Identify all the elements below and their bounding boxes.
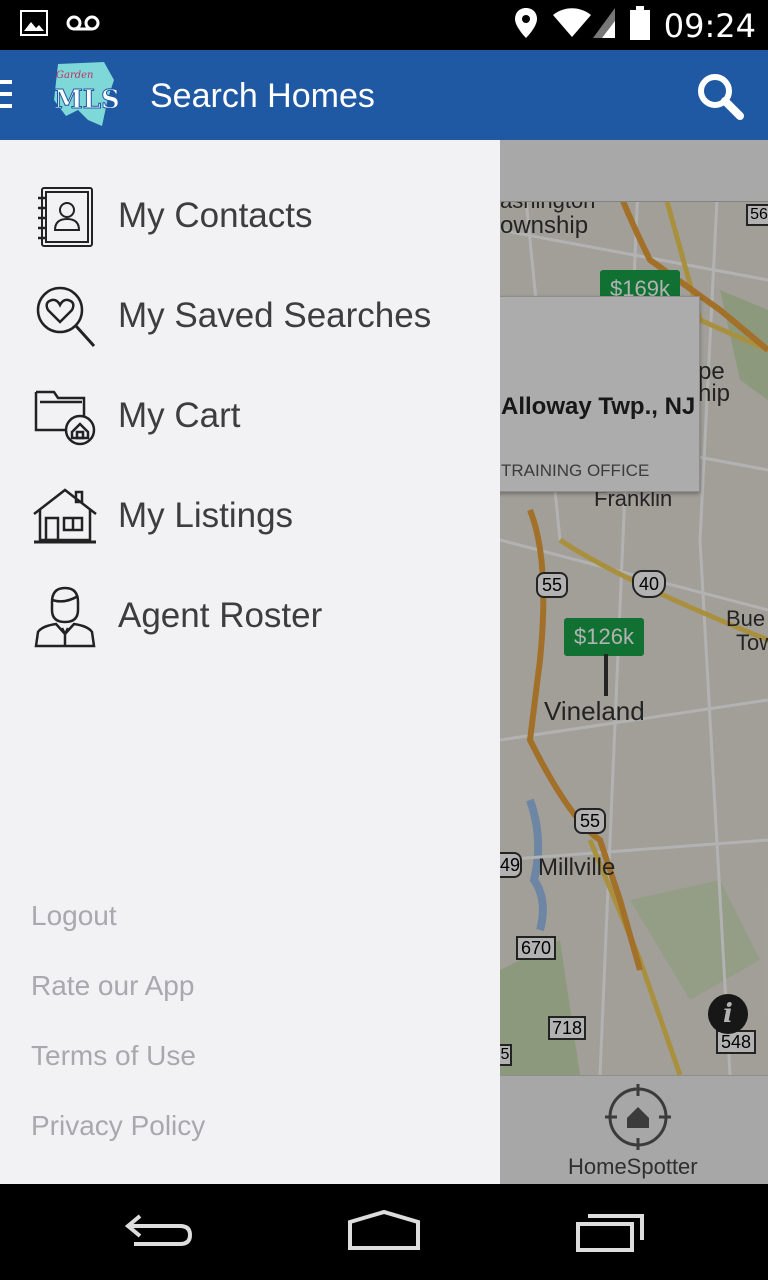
- recents-button[interactable]: [572, 1206, 652, 1256]
- system-nav-bar: [0, 1184, 768, 1280]
- voicemail-icon: [66, 14, 100, 37]
- terms-of-use-link[interactable]: Terms of Use: [31, 1040, 196, 1072]
- back-icon: [124, 1214, 193, 1246]
- page-title: Search Homes: [150, 77, 375, 115]
- home-button[interactable]: [344, 1206, 424, 1256]
- status-bar: 09:24: [0, 0, 768, 50]
- agent-person-icon: [32, 584, 98, 650]
- home-icon: [348, 1209, 420, 1250]
- app-bar: Garden MLS MLS Search Homes: [0, 50, 768, 140]
- location-icon: [514, 7, 538, 44]
- drawer-item-label: My Cart: [118, 396, 241, 435]
- battery-icon: [629, 6, 650, 45]
- recents-icon: [576, 1214, 644, 1252]
- drawer-item-my-listings[interactable]: My Listings: [0, 466, 500, 566]
- wifi-icon: [552, 7, 592, 44]
- search-button[interactable]: [696, 72, 744, 120]
- drawer-item-agent-roster[interactable]: Agent Roster: [0, 566, 500, 666]
- heart-search-icon: [32, 284, 98, 350]
- privacy-policy-link[interactable]: Privacy Policy: [31, 1110, 205, 1142]
- house-icon: [32, 484, 98, 550]
- drawer-item-label: My Contacts: [118, 196, 313, 235]
- back-button[interactable]: [120, 1206, 200, 1256]
- drawer-item-my-contacts[interactable]: My Contacts: [0, 166, 500, 266]
- drawer-scrim[interactable]: [500, 140, 768, 1184]
- folder-home-icon: [32, 384, 98, 450]
- drawer-item-my-saved-searches[interactable]: My Saved Searches: [0, 266, 500, 366]
- signal-icon: [592, 7, 616, 44]
- drawer-item-label: My Saved Searches: [118, 296, 432, 335]
- mls-logo: Garden MLS MLS: [48, 60, 120, 130]
- drawer-item-label: My Listings: [118, 496, 294, 535]
- logout-link[interactable]: Logout: [31, 900, 117, 932]
- image-icon: [20, 10, 48, 41]
- rate-app-link[interactable]: Rate our App: [31, 970, 194, 1002]
- navigation-drawer: My Contacts My Saved Searches My Cart My…: [0, 140, 500, 1184]
- search-icon: [698, 74, 744, 120]
- drawer-item-my-cart[interactable]: My Cart: [0, 366, 500, 466]
- svg-text:Garden: Garden: [56, 70, 94, 81]
- clock: 09:24: [663, 6, 756, 45]
- contacts-book-icon: [32, 184, 98, 250]
- hamburger-menu-icon[interactable]: [0, 80, 12, 110]
- svg-text:MLS: MLS: [54, 85, 120, 115]
- drawer-item-label: Agent Roster: [118, 596, 323, 635]
